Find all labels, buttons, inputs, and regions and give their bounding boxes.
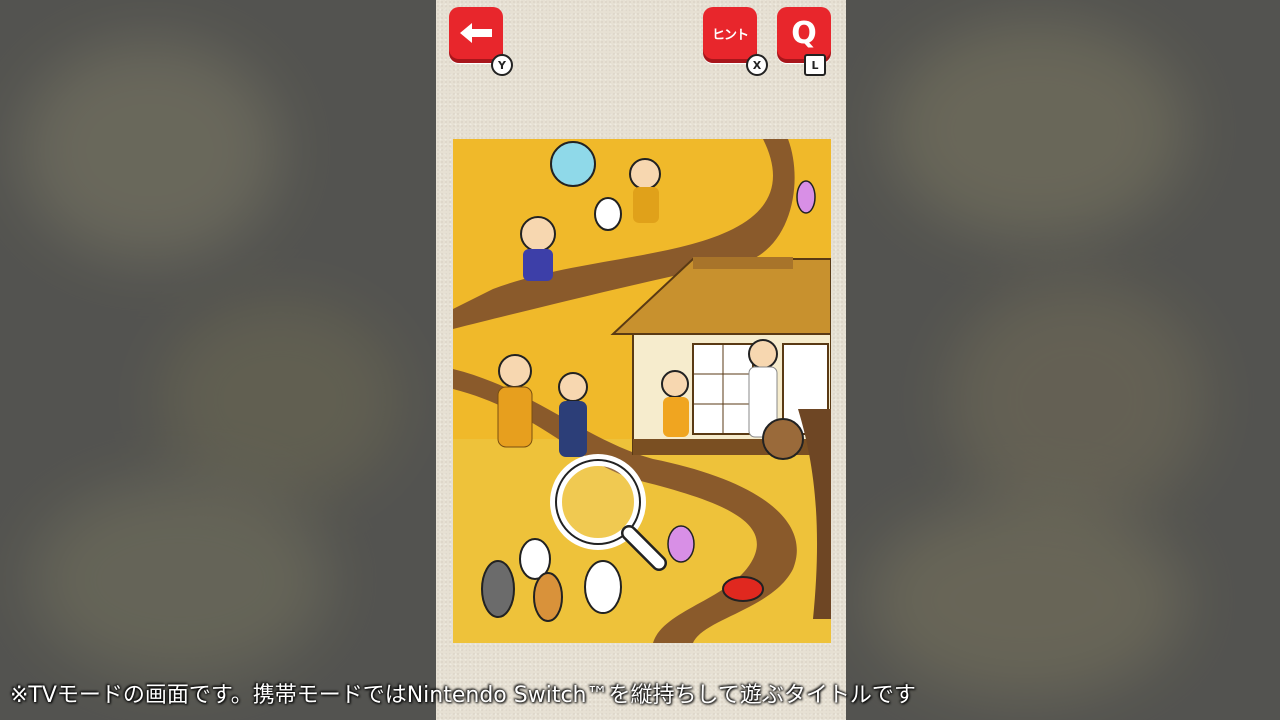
rabbit xyxy=(594,197,622,231)
hint-button[interactable]: ヒント xyxy=(703,7,757,59)
purple-bubble-bottom xyxy=(667,525,695,563)
left-arrow-icon xyxy=(460,23,492,43)
y-key-badge: Y xyxy=(491,54,513,76)
puzzle-scene[interactable] xyxy=(453,139,831,643)
x-key-badge: X xyxy=(746,54,768,76)
speech-bubble-tanuki xyxy=(550,141,596,187)
disclaimer-caption: ※TVモードの画面です。携帯モードではNintendo Switch™を縦持ちし… xyxy=(10,683,916,708)
question-label: Q xyxy=(791,15,817,51)
hint-label: ヒント xyxy=(711,27,749,43)
blurred-background-left xyxy=(0,0,436,720)
character-old-man xyxy=(629,158,661,223)
character-girl-window xyxy=(661,370,689,437)
purple-bubble-top xyxy=(796,180,816,214)
back-button[interactable] xyxy=(449,7,503,59)
question-button[interactable]: Q xyxy=(777,7,831,59)
cat-white xyxy=(584,560,622,614)
monkey xyxy=(762,418,804,460)
character-woman-yellow xyxy=(497,354,533,448)
game-panel: Y ヒント X Q L xyxy=(436,0,846,720)
blurred-background-right xyxy=(846,0,1280,720)
character-boy-blue xyxy=(558,372,588,457)
cat-gray xyxy=(481,560,515,618)
red-crab xyxy=(722,576,764,602)
l-key-badge: L xyxy=(804,54,826,76)
cat-orange xyxy=(533,572,563,622)
